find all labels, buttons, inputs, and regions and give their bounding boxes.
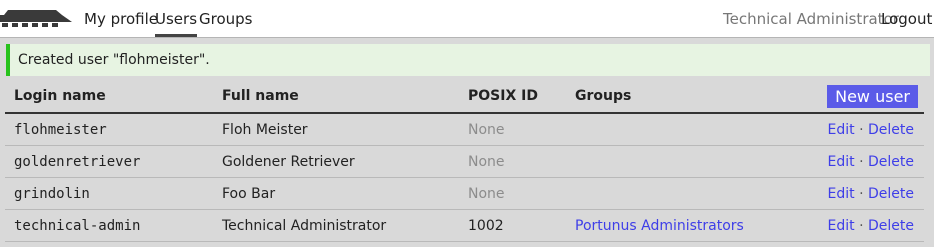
login-name-cell: technical-admin: [5, 209, 213, 242]
edit-link[interactable]: Edit: [828, 186, 855, 202]
delete-link[interactable]: Delete: [868, 186, 914, 202]
groups-cell: [566, 177, 786, 210]
login-name-cell: grindolin: [5, 177, 213, 210]
posix-id-cell: None: [459, 145, 566, 178]
actions-cell: Edit · Delete: [786, 113, 924, 146]
edit-link[interactable]: Edit: [828, 154, 855, 170]
table-header-row: Login name Full name POSIX ID Groups New…: [5, 80, 924, 114]
portunus-logo-icon[interactable]: [0, 9, 72, 31]
group-link[interactable]: Portunus Administrators: [575, 218, 744, 234]
table-row: grindolin Foo Bar None Edit · Delete: [5, 177, 924, 210]
table-row: goldenretriever Goldener Retriever None …: [5, 145, 924, 178]
action-separator: ·: [859, 153, 864, 170]
posix-id-cell: None: [459, 177, 566, 210]
full-name-cell: Technical Administrator: [213, 209, 459, 242]
edit-link[interactable]: Edit: [828, 218, 855, 234]
login-name-cell: goldenretriever: [5, 145, 213, 178]
delete-link[interactable]: Delete: [868, 122, 914, 138]
action-separator: ·: [859, 185, 864, 202]
top-navbar: My profile Users Groups Technical Admini…: [0, 0, 934, 38]
nav-my-profile[interactable]: My profile: [84, 10, 158, 28]
groups-cell: [566, 145, 786, 178]
logout-link[interactable]: Logout: [881, 10, 932, 28]
groups-cell: [566, 113, 786, 146]
posix-id-cell: None: [459, 113, 566, 146]
col-header-login: Login name: [5, 80, 213, 114]
col-header-groups: Groups: [566, 80, 786, 114]
full-name-cell: Goldener Retriever: [213, 145, 459, 178]
col-header-full-name: Full name: [213, 80, 459, 114]
table-row: technical-admin Technical Administrator …: [5, 209, 924, 242]
delete-link[interactable]: Delete: [868, 154, 914, 170]
nav-groups[interactable]: Groups: [199, 10, 252, 28]
groups-cell: Portunus Administrators: [566, 209, 786, 242]
login-name-cell: flohmeister: [5, 113, 213, 146]
actions-cell: Edit · Delete: [786, 145, 924, 178]
delete-link[interactable]: Delete: [868, 218, 914, 234]
actions-cell: Edit · Delete: [786, 209, 924, 242]
users-table: Login name Full name POSIX ID Groups New…: [5, 80, 924, 242]
success-flash-message: Created user "flohmeister".: [6, 44, 930, 76]
new-user-button[interactable]: New user: [827, 84, 918, 108]
table-row: flohmeister Floh Meister None Edit · Del…: [5, 113, 924, 146]
actions-cell: Edit · Delete: [786, 177, 924, 210]
full-name-cell: Floh Meister: [213, 113, 459, 146]
posix-id-cell: 1002: [459, 209, 566, 242]
full-name-cell: Foo Bar: [213, 177, 459, 210]
action-separator: ·: [859, 121, 864, 138]
nav-users[interactable]: Users: [155, 10, 198, 37]
action-separator: ·: [859, 217, 864, 234]
col-header-posix-id: POSIX ID: [459, 80, 566, 114]
edit-link[interactable]: Edit: [828, 122, 855, 138]
current-user-name: Technical Administrator: [723, 10, 899, 28]
col-header-actions: New user: [786, 80, 924, 114]
